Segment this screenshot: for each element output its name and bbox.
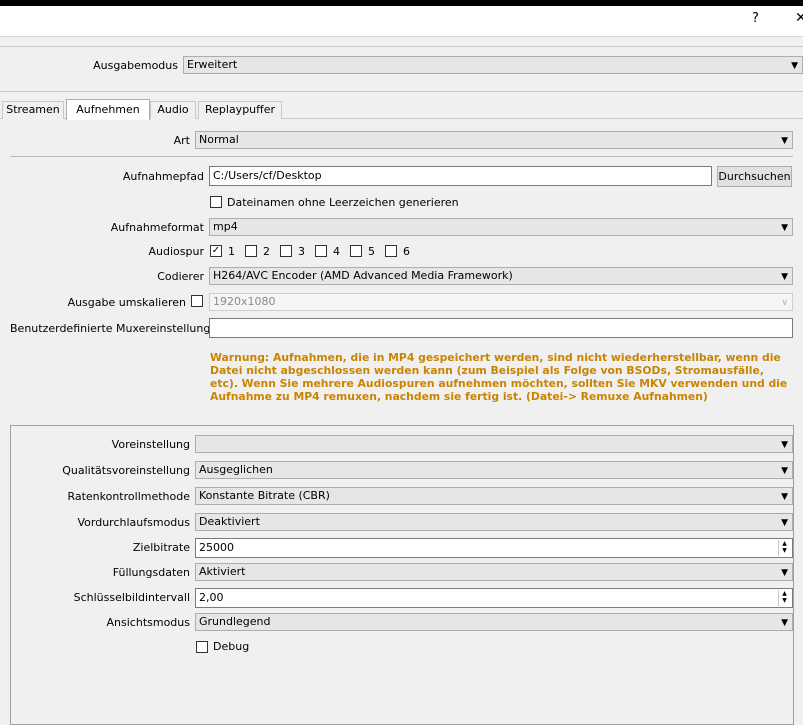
tab-audio[interactable]: Audio [150,101,196,119]
chevron-down-icon: ▼ [781,466,788,476]
keyframe-interval-value: 2,00 [199,591,224,604]
recording-format-value: mp4 [213,220,238,233]
recording-type-value: Normal [199,133,239,146]
filler-data-select[interactable]: Aktiviert ▼ [195,563,793,581]
chevron-down-icon: ▼ [781,492,788,502]
spin-arrows-icon[interactable]: ▲ ▼ [778,540,790,556]
chevron-down-icon: ▼ [781,618,788,628]
recording-path-label: Aufnahmepfad [122,170,204,183]
view-mode-value: Grundlegend [199,615,271,628]
filler-data-label: Füllungsdaten [112,566,190,579]
recording-path-input[interactable]: C:/Users/cf/Desktop [209,166,712,186]
rate-control-label: Ratenkontrollmethode [67,490,190,503]
close-icon[interactable]: ✕ [795,10,803,26]
audio-track-1-label: 1 [228,245,235,258]
recording-type-select[interactable]: Normal ▼ [195,131,793,149]
debug-label: Debug [213,640,250,653]
encoder-value: H264/AVC Encoder (AMD Advanced Media Fra… [213,269,513,282]
view-mode-select[interactable]: Grundlegend ▼ [195,613,793,631]
preset-label: Voreinstellung [111,438,190,451]
target-bitrate-value: 25000 [199,541,234,554]
rescale-select: 1920x1080 ∨ [209,293,793,311]
chevron-down-icon: ▼ [781,440,788,450]
chevron-down-icon: ▼ [791,61,798,71]
chevron-down-icon: ∨ [781,298,788,308]
recording-format-select[interactable]: mp4 ▼ [209,218,793,236]
mp4-warning-text: Warnung: Aufnahmen, die in MP4 gespeiche… [210,351,788,403]
chevron-down-icon: ▼ [781,136,788,146]
browse-button[interactable]: Durchsuchen [717,166,792,187]
rate-control-value: Konstante Bitrate (CBR) [199,489,330,502]
debug-checkbox[interactable] [196,641,208,653]
target-bitrate-input[interactable]: 25000 ▲ ▼ [195,538,793,558]
audio-track-5-label: 5 [368,245,375,258]
quality-preset-label: Qualitätsvoreinstellung [62,464,190,477]
prepass-select[interactable]: Deaktiviert ▼ [195,513,793,531]
rescale-label: Ausgabe umskalieren [67,296,186,309]
spin-arrows-icon[interactable]: ▲ ▼ [778,590,790,606]
muxer-input[interactable] [209,318,793,338]
audio-track-2-label: 2 [263,245,270,258]
rate-control-select[interactable]: Konstante Bitrate (CBR) ▼ [195,487,793,505]
keyframe-interval-label: Schlüsselbildintervall [73,591,190,604]
no-spaces-checkbox[interactable] [210,196,222,208]
recording-type-label: Art [173,134,190,147]
output-mode-value: Erweitert [187,58,238,71]
keyframe-interval-input[interactable]: 2,00 ▲ ▼ [195,588,793,608]
audio-track-4-checkbox[interactable] [315,245,327,257]
chevron-down-icon: ▼ [781,568,788,578]
audio-track-1-checkbox[interactable]: ✓ [210,245,222,257]
chevron-down-icon: ▼ [781,518,788,528]
rescale-value: 1920x1080 [213,295,276,308]
prepass-label: Vordurchlaufsmodus [77,516,191,529]
tab-aufnehmen[interactable]: Aufnehmen [66,99,150,120]
chevron-down-icon: ▼ [781,272,788,282]
audio-track-3-checkbox[interactable] [280,245,292,257]
tab-replaypuffer[interactable]: Replaypuffer [198,101,282,119]
dialog-titlebar [0,6,803,37]
filler-data-value: Aktiviert [199,565,246,578]
output-mode-select[interactable]: Erweitert ▼ [183,56,803,74]
output-mode-label: Ausgabemodus [93,59,178,72]
audio-track-2-checkbox[interactable] [245,245,257,257]
recording-format-label: Aufnahmeformat [110,221,204,234]
audio-track-3-label: 3 [298,245,305,258]
audio-track-4-label: 4 [333,245,340,258]
section-separator [10,156,793,157]
encoder-label: Codierer [157,270,204,283]
target-bitrate-label: Zielbitrate [132,541,190,554]
prepass-value: Deaktiviert [199,515,260,528]
no-spaces-label: Dateinamen ohne Leerzeichen generieren [227,196,459,209]
help-icon[interactable]: ? [752,11,759,26]
audio-track-6-label: 6 [403,245,410,258]
muxer-label: Benutzerdefinierte Muxereinstellungen [10,322,225,335]
quality-preset-select[interactable]: Ausgeglichen ▼ [195,461,793,479]
encoder-select[interactable]: H264/AVC Encoder (AMD Advanced Media Fra… [209,267,793,285]
audio-track-6-checkbox[interactable] [385,245,397,257]
tab-streamen[interactable]: Streamen [2,101,64,119]
preset-select[interactable]: ▼ [195,435,793,453]
chevron-down-icon: ▼ [781,223,788,233]
audio-track-5-checkbox[interactable] [350,245,362,257]
rescale-checkbox[interactable] [191,295,203,307]
audio-track-label: Audiospur [148,245,204,258]
view-mode-label: Ansichtsmodus [106,616,190,629]
quality-preset-value: Ausgeglichen [199,463,273,476]
